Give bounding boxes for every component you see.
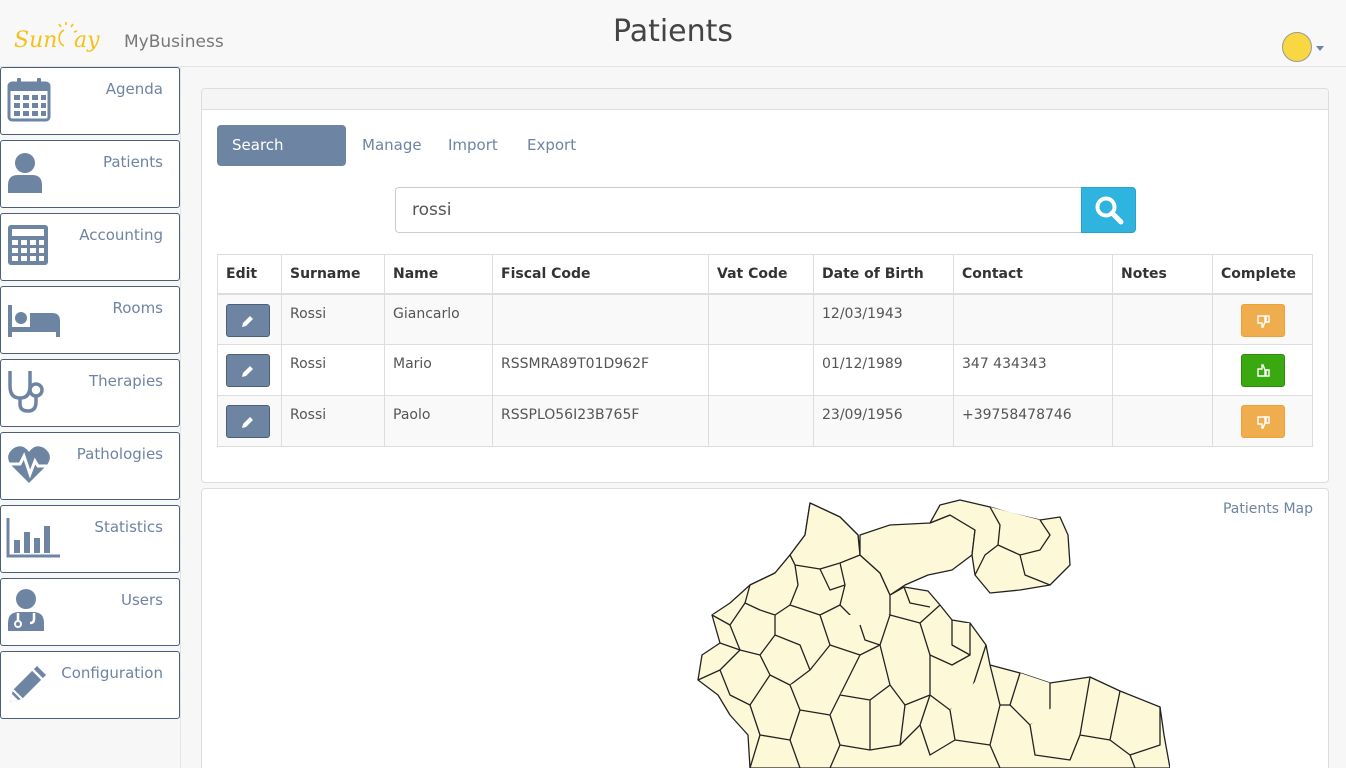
fiscal-code-cell (492, 293, 709, 345)
vat-code-cell (708, 395, 814, 447)
contact-cell: +39758478746 (953, 395, 1113, 447)
edit-cell (217, 344, 282, 396)
heartbeat-icon (8, 446, 50, 483)
surname-cell: Rossi (281, 344, 385, 396)
table-row[interactable]: Rossi Paolo RSSPLO56I23B765F 23/09/1956 … (217, 395, 1313, 447)
name-cell: Mario (384, 344, 493, 396)
table-row[interactable]: Rossi Giancarlo 12/03/1943 (217, 293, 1313, 345)
sidebar-item-label: Configuration (61, 664, 163, 682)
search-input[interactable] (395, 187, 1082, 233)
incomplete-button[interactable] (1240, 303, 1285, 337)
chevron-down-icon[interactable] (1316, 46, 1324, 51)
calendar-icon (7, 78, 51, 122)
tab-search-patient[interactable]: Search Patient (217, 125, 346, 195)
patients-map-link[interactable]: Patients Map (1180, 501, 1313, 517)
vat-code-cell (708, 293, 814, 345)
column-header-fiscal-code[interactable]: Fiscal Code (492, 254, 709, 295)
tab-export[interactable]: Export (512, 125, 591, 166)
sidebar-item-users[interactable]: Users (0, 578, 180, 646)
sidebar-item-label: Statistics (94, 518, 163, 536)
column-header-notes[interactable]: Notes (1112, 254, 1213, 295)
tab-import[interactable]: Import (433, 125, 513, 166)
user-avatar[interactable] (1282, 32, 1312, 62)
sidebar-item-label: Rooms (112, 299, 163, 317)
notes-cell (1112, 395, 1213, 447)
patients-map[interactable] (690, 495, 1170, 768)
sidebar-item-pathologies[interactable]: Pathologies (0, 432, 180, 500)
column-header-date-of-birth[interactable]: Date of Birth (813, 254, 954, 295)
sidebar-item-label: Users (120, 591, 163, 609)
complete-cell (1212, 293, 1313, 345)
sidebar: Agenda Patients Accounting Rooms Therapi… (0, 67, 181, 768)
thumbs-up-icon (1256, 364, 1270, 377)
dob-cell: 12/03/1943 (813, 293, 954, 345)
patients-table: Edit Surname Name Fiscal Code Vat Code D… (217, 254, 1313, 447)
notes-cell (1112, 293, 1213, 345)
column-header-surname[interactable]: Surname (281, 254, 385, 295)
complete-cell (1212, 344, 1313, 396)
column-header-vat-code[interactable]: Vat Code (708, 254, 814, 295)
thumbs-down-icon (1256, 416, 1270, 429)
surname-cell: Rossi (281, 293, 385, 345)
tab-manage[interactable]: Manage (347, 125, 437, 166)
top-header: Sun ay MyBusiness Patients (0, 0, 1346, 67)
name-cell: Paolo (384, 395, 493, 447)
sidebar-item-accounting[interactable]: Accounting (0, 213, 180, 281)
column-header-name[interactable]: Name (384, 254, 493, 295)
column-header-contact[interactable]: Contact (953, 254, 1113, 295)
sidebar-item-patients[interactable]: Patients (0, 140, 180, 208)
bar-chart-icon (6, 518, 60, 558)
page-title: Patients (612, 14, 734, 49)
notes-cell (1112, 344, 1213, 396)
bed-icon (8, 305, 60, 337)
surname-cell: Rossi (281, 395, 385, 447)
pencil-icon (10, 666, 46, 702)
sidebar-item-label: Patients (102, 153, 163, 171)
sidebar-item-label: Accounting (79, 226, 163, 244)
complete-cell (1212, 395, 1313, 447)
edit-cell (217, 293, 282, 345)
vat-code-cell (708, 344, 814, 396)
search-icon (1095, 196, 1124, 225)
sidebar-item-configuration[interactable]: Configuration (0, 651, 180, 719)
table-header-row: Edit Surname Name Fiscal Code Vat Code D… (217, 254, 1313, 295)
name-cell: Giancarlo (384, 293, 493, 345)
fiscal-code-cell: RSSPLO56I23B765F (492, 395, 709, 447)
dob-cell: 23/09/1956 (813, 395, 954, 447)
complete-button[interactable] (1240, 354, 1285, 387)
contact-cell (953, 293, 1113, 345)
sidebar-item-rooms[interactable]: Rooms (0, 286, 180, 354)
edit-cell (217, 395, 282, 447)
panel-heading (202, 89, 1328, 110)
edit-button[interactable] (226, 354, 270, 387)
sidebar-item-label: Therapies (89, 372, 163, 390)
incomplete-button[interactable] (1240, 405, 1285, 438)
fiscal-code-cell: RSSMRA89T01D962F (492, 344, 709, 396)
column-header-complete[interactable]: Complete (1212, 254, 1313, 295)
contact-cell: 347 434343 (953, 344, 1113, 396)
stethoscope-icon (8, 371, 44, 413)
pencil-icon (242, 366, 253, 377)
pencil-icon (242, 315, 253, 327)
column-header-edit[interactable]: Edit (217, 254, 282, 295)
sidebar-item-agenda[interactable]: Agenda (0, 67, 180, 135)
search-button[interactable] (1081, 187, 1136, 233)
pencil-icon (242, 417, 253, 428)
doctor-icon (8, 589, 44, 631)
sidebar-item-label: Agenda (105, 80, 163, 98)
sidebar-item-therapies[interactable]: Therapies (0, 359, 180, 427)
table-row[interactable]: Rossi Mario RSSMRA89T01D962F 01/12/1989 … (217, 344, 1313, 396)
user-icon (8, 153, 42, 193)
sidebar-item-label: Pathologies (76, 445, 163, 463)
edit-button[interactable] (226, 405, 270, 438)
dob-cell: 01/12/1989 (813, 344, 954, 396)
calculator-icon (8, 225, 48, 265)
thumbs-down-icon (1256, 314, 1270, 328)
edit-button[interactable] (226, 303, 270, 337)
sidebar-item-statistics[interactable]: Statistics (0, 505, 180, 573)
